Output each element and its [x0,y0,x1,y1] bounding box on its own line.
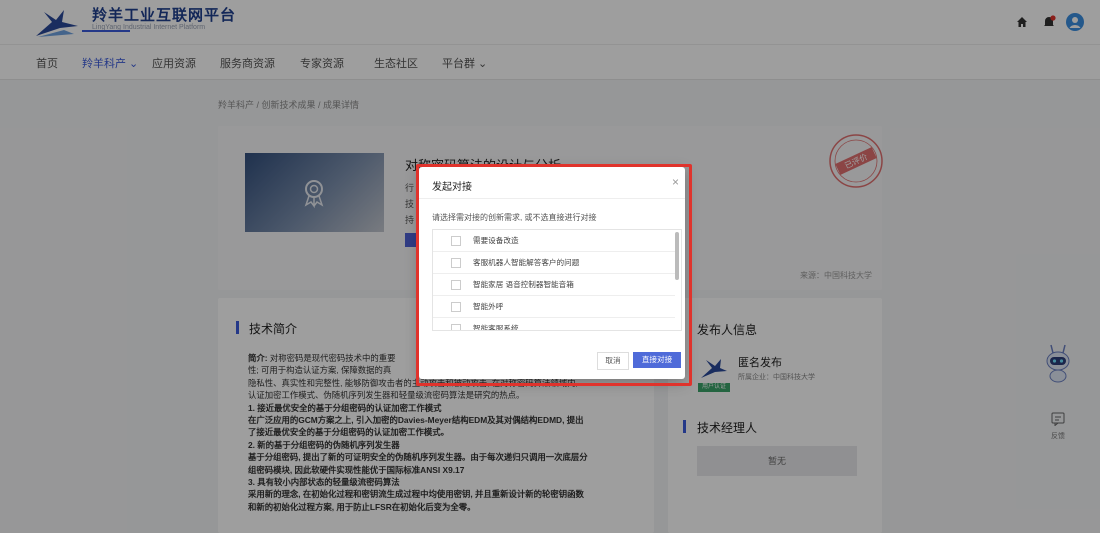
modal-highlight-frame [416,164,692,386]
